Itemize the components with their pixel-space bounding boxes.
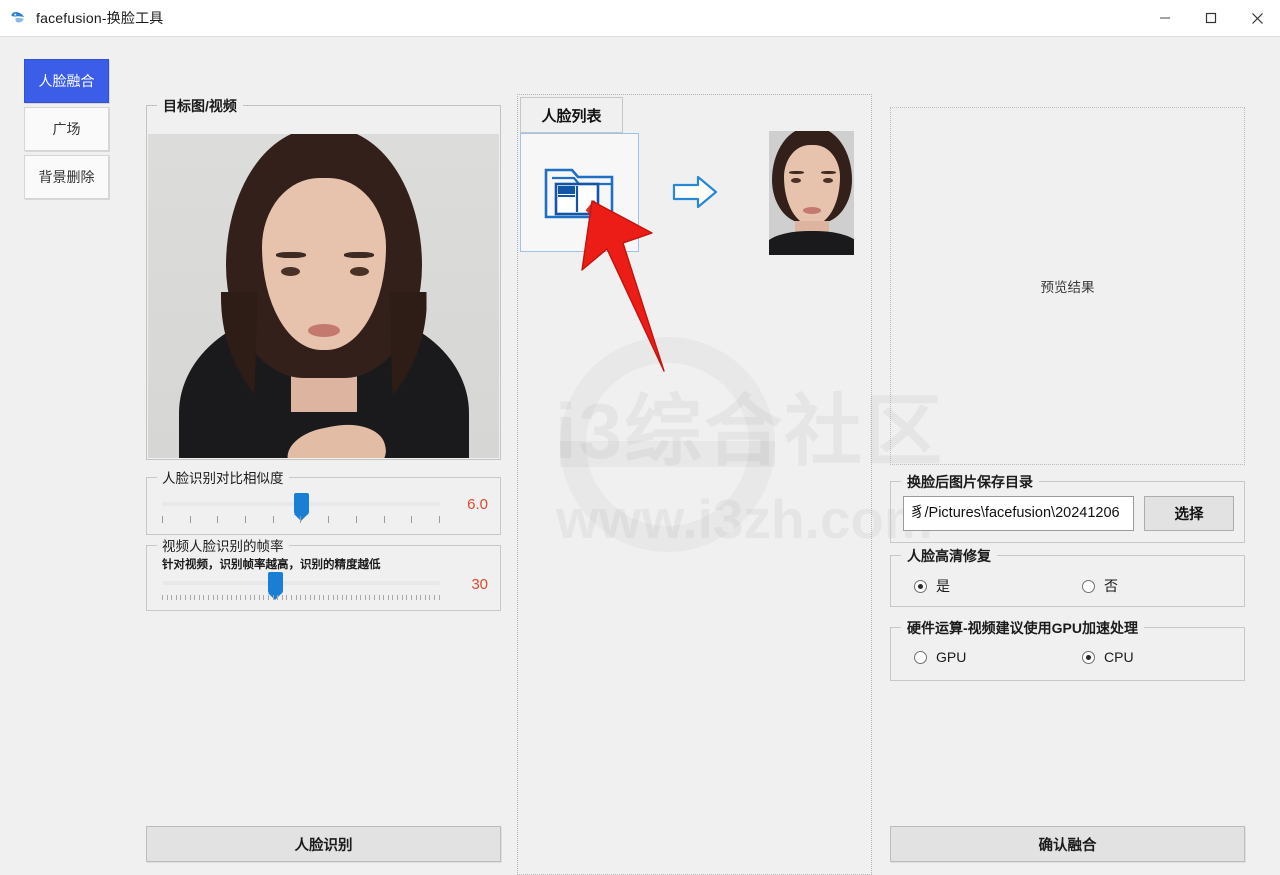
minimize-icon[interactable] [1142,0,1188,37]
hardware-option-cpu[interactable]: CPU [1073,649,1134,665]
title-bar: facefusion-换脸工具 [0,0,1280,37]
app-logo-icon [10,9,28,27]
portrait-artwork [148,134,499,458]
close-icon[interactable] [1234,0,1280,37]
sidebar-item-background-remove[interactable]: 背景删除 [24,155,109,199]
fps-group: 视频人脸识别的帧率 针对视频，识别帧率越高，识别的精度越低 30 [146,535,501,611]
save-directory-input[interactable]: 豸/Pictures\facefusion\20241206 [903,496,1134,531]
right-arrow-icon [670,172,722,212]
fps-label: 视频人脸识别的帧率 [157,535,289,555]
fps-slider-thumb[interactable] [268,572,284,600]
folder-upload-icon [534,150,626,235]
window-title: facefusion-换脸工具 [36,10,164,26]
radio-dot-icon [1082,650,1095,664]
fps-slider-track [162,581,440,585]
confirm-fusion-button[interactable]: 确认融合 [890,826,1245,862]
face-detect-button[interactable]: 人脸识别 [146,826,501,862]
maximize-icon[interactable] [1188,0,1234,37]
hardware-option-gpu[interactable]: GPU [905,649,966,665]
sidebar-item-square[interactable]: 广场 [24,107,109,151]
hd-restore-group: 人脸高清修复 是 否 [890,546,1246,607]
hd-restore-option-label: 否 [1104,578,1118,594]
sidebar-item-label: 广场 [52,121,81,137]
radio-dot-icon [914,579,927,593]
hd-restore-label: 人脸高清修复 [901,546,997,566]
hd-restore-option-yes[interactable]: 是 [905,576,950,596]
hardware-label: 硬件运算-视频建议使用GPU加速处理 [901,618,1144,638]
target-image-label: 目标图/视频 [157,96,243,116]
save-directory-label: 换脸后图片保存目录 [901,472,1039,492]
similarity-value: 6.0 [467,496,488,513]
similarity-slider-thumb[interactable] [293,493,309,521]
radio-dot-icon [1082,579,1095,593]
hardware-options: GPU CPU [891,649,1246,675]
portrait-artwork-thumb [769,131,854,255]
radio-dot-icon [914,650,927,664]
hd-restore-option-no[interactable]: 否 [1073,576,1118,596]
similarity-slider-ticks [162,516,440,523]
sidebar: 人脸融合 广场 背景删除 [24,59,109,203]
target-image-group: 目标图/视频 [146,96,501,460]
choose-directory-button[interactable]: 选择 [1144,496,1234,531]
window-controls [1142,0,1280,37]
sidebar-item-label: 人脸融合 [38,73,95,89]
sidebar-item-face-fusion[interactable]: 人脸融合 [24,59,109,103]
preview-result-area[interactable]: 预览结果 [890,107,1245,465]
hd-restore-options: 是 否 [891,576,1246,602]
target-image-preview[interactable] [148,134,499,458]
face-list-tab[interactable]: 人脸列表 [520,97,623,133]
upload-folder-button[interactable] [520,133,639,252]
client-area: i3综合社区 www.i3zh.com 人脸融合 广场 背景删除 目标图/视频 [0,37,1280,875]
hd-restore-option-label: 是 [936,578,950,594]
similarity-group: 人脸识别对比相似度 6.0 [146,467,501,535]
hardware-option-label: CPU [1104,649,1134,665]
fps-value: 30 [471,576,488,593]
preview-placeholder-text: 预览结果 [1040,280,1095,295]
face-thumbnail[interactable] [769,131,854,255]
save-directory-group: 换脸后图片保存目录 豸/Pictures\facefusion\20241206… [890,472,1245,543]
hardware-option-label: GPU [936,649,967,665]
hardware-group: 硬件运算-视频建议使用GPU加速处理 GPU CPU [890,618,1246,681]
sidebar-item-label: 背景删除 [38,169,95,185]
fps-sublabel: 针对视频，识别帧率越高，识别的精度越低 [162,559,381,571]
similarity-label: 人脸识别对比相似度 [157,467,289,487]
fps-slider-ticks [162,595,440,602]
